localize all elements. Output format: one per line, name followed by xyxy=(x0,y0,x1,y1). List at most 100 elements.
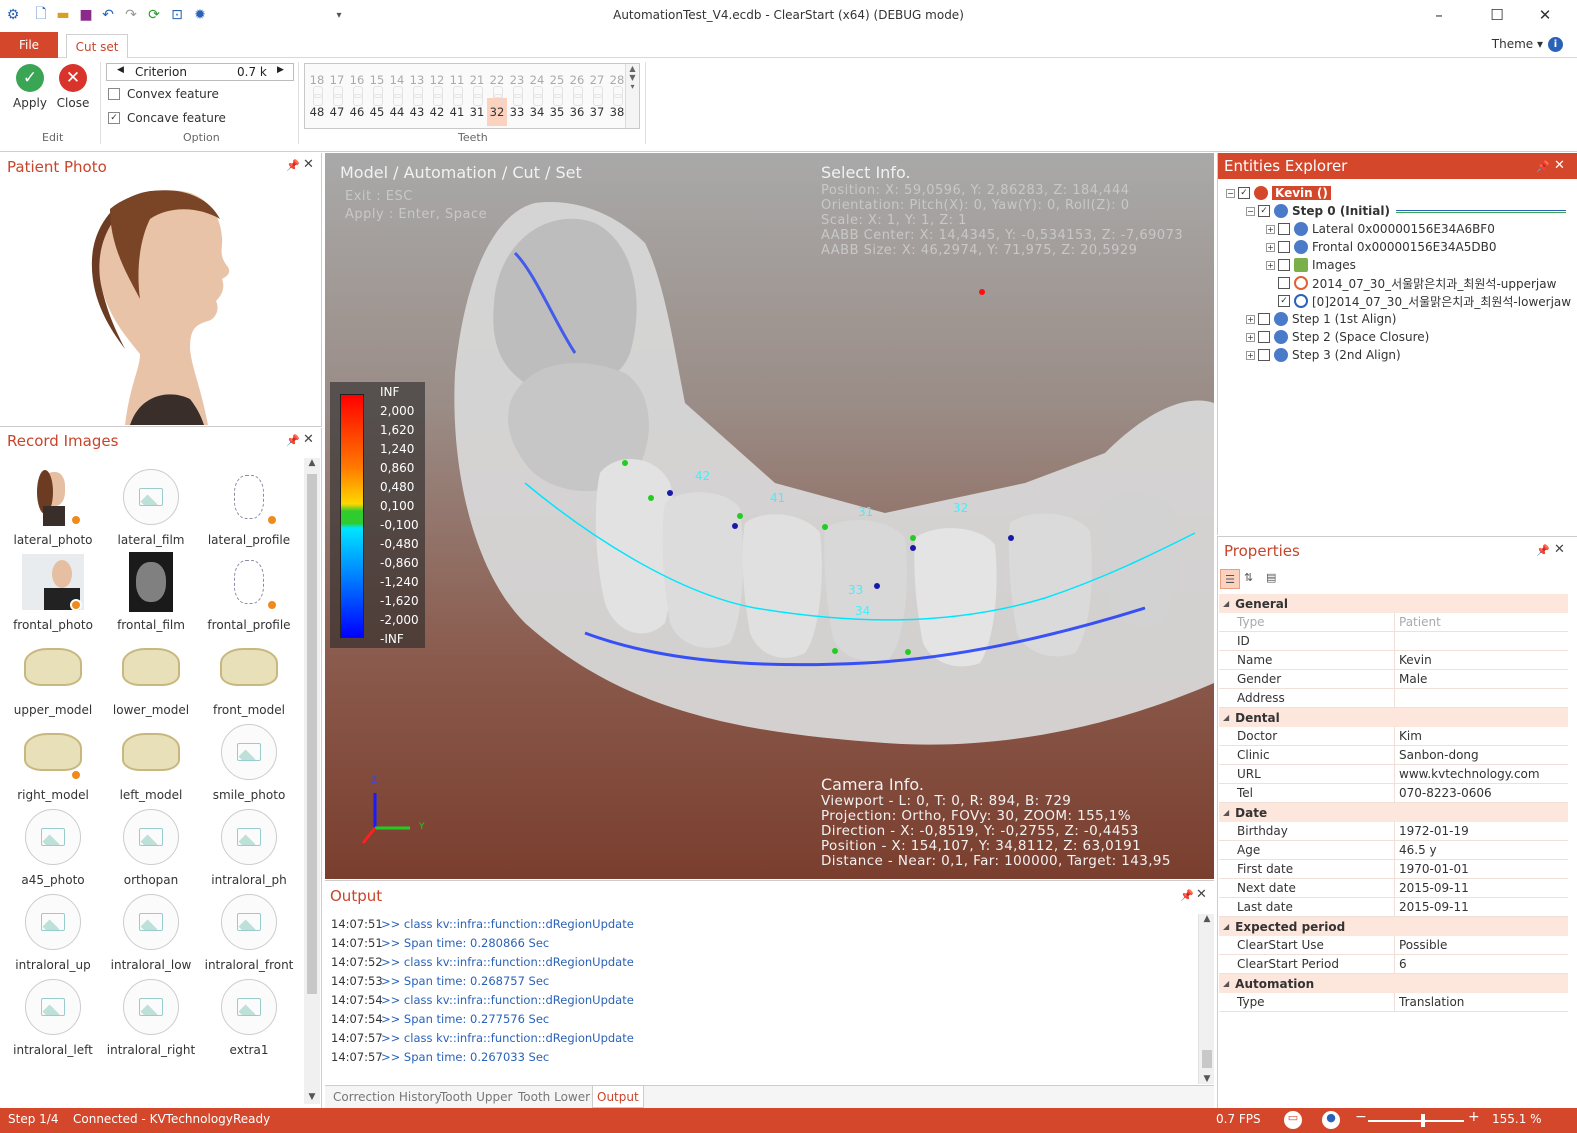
pin-icon[interactable]: 📌 xyxy=(286,159,300,172)
property-value[interactable]: 070-8223-0606 xyxy=(1395,784,1568,802)
upper-tooth-22[interactable]: 22 xyxy=(487,66,507,98)
upper-tooth-18[interactable]: 18 xyxy=(307,66,327,98)
collapse-arrow-icon[interactable]: ◢ xyxy=(1223,922,1229,931)
criterion-right-arrow-icon[interactable]: ▶ xyxy=(277,65,284,75)
close-icon[interactable]: ✕ xyxy=(1554,542,1565,557)
collapse-arrow-icon[interactable]: ◢ xyxy=(1223,599,1229,608)
record-thumb-left_model[interactable]: left_model xyxy=(103,721,199,806)
property-row[interactable]: Last date 2015-09-11 xyxy=(1219,898,1568,917)
bottom-tab-output[interactable]: Output xyxy=(592,1086,644,1108)
lower-tooth-31[interactable]: 31 xyxy=(467,94,487,126)
record-thumb-extra1[interactable]: extra1 xyxy=(201,976,297,1061)
record-thumb-right_model[interactable]: right_model xyxy=(5,721,101,806)
property-value[interactable]: Kevin xyxy=(1395,651,1568,669)
record-thumb-upper_model[interactable]: upper_model xyxy=(5,636,101,721)
record-thumb-frontal_film[interactable]: frontal_film xyxy=(103,551,199,636)
upper-tooth-16[interactable]: 16 xyxy=(347,66,367,98)
property-row[interactable]: Birthday 1972-01-19 xyxy=(1219,822,1568,841)
record-thumb-frontal_profile[interactable]: frontal_profile xyxy=(201,551,297,636)
tree-frontal[interactable]: + Frontal 0x00000156E34A5DB0 xyxy=(1266,238,1496,256)
record-thumb-a45_photo[interactable]: a45_photo xyxy=(5,806,101,891)
property-value[interactable]: Possible xyxy=(1395,936,1568,954)
record-thumb-intraloral_right[interactable]: intraloral_right xyxy=(103,976,199,1061)
property-value[interactable]: 46.5 y xyxy=(1395,841,1568,859)
upper-tooth-13[interactable]: 13 xyxy=(407,66,427,98)
lower-tooth-35[interactable]: 35 xyxy=(547,94,567,126)
upper-tooth-12[interactable]: 12 xyxy=(427,66,447,98)
property-row[interactable]: Type Translation xyxy=(1219,993,1568,1012)
bottom-tab-correction-history[interactable]: Correction History xyxy=(329,1086,446,1108)
tab-cut-set[interactable]: Cut set xyxy=(66,34,128,59)
record-thumb-orthopan[interactable]: orthopan xyxy=(103,806,199,891)
record-thumb-frontal_photo[interactable]: frontal_photo xyxy=(5,551,101,636)
record-thumb-front_model[interactable]: front_model xyxy=(201,636,297,721)
theme-menu[interactable]: Theme ▾ xyxy=(1492,37,1543,51)
property-row[interactable]: ClearStart Period 6 xyxy=(1219,955,1568,974)
property-value[interactable]: 6 xyxy=(1395,955,1568,973)
upper-tooth-25[interactable]: 25 xyxy=(547,66,567,98)
property-group-date[interactable]: ◢ Date xyxy=(1219,803,1568,822)
lower-tooth-32[interactable]: 32 xyxy=(487,94,507,126)
criterion-left-arrow-icon[interactable]: ◀ xyxy=(117,65,124,75)
lower-tooth-43[interactable]: 43 xyxy=(407,94,427,126)
tree-step0[interactable]: − ✓ Step 0 (Initial) xyxy=(1246,202,1566,220)
lower-tooth-47[interactable]: 47 xyxy=(327,94,347,126)
property-row[interactable]: Next date 2015-09-11 xyxy=(1219,879,1568,898)
record-thumb-lateral_photo[interactable]: lateral_photo xyxy=(5,466,101,551)
property-value[interactable]: 2015-09-11 xyxy=(1395,879,1568,897)
property-value[interactable]: Male xyxy=(1395,670,1568,688)
convex-feature-checkbox[interactable]: Convex feature xyxy=(108,85,288,103)
upper-tooth-21[interactable]: 21 xyxy=(467,66,487,98)
zoom-out-icon[interactable]: − xyxy=(1355,1109,1367,1125)
tree-lateral[interactable]: + Lateral 0x00000156E34A6BF0 xyxy=(1266,220,1495,238)
lower-tooth-48[interactable]: 48 xyxy=(307,94,327,126)
bottom-tab-tooth-lower[interactable]: Tooth Lower xyxy=(514,1086,594,1108)
lower-tooth-46[interactable]: 46 xyxy=(347,94,367,126)
user-icon[interactable]: ● xyxy=(1322,1111,1340,1129)
teeth-scrollbar[interactable]: ▲ ▼ ▾ xyxy=(625,64,639,128)
maximize-button[interactable]: ☐ xyxy=(1482,4,1512,26)
close-button[interactable]: ✕ Close xyxy=(53,62,93,110)
close-icon[interactable]: ✕ xyxy=(1554,158,1565,173)
property-row[interactable]: Tel 070-8223-0606 xyxy=(1219,784,1568,803)
close-icon[interactable]: ✕ xyxy=(303,432,314,447)
upper-tooth-15[interactable]: 15 xyxy=(367,66,387,98)
record-thumb-smile_photo[interactable]: smile_photo xyxy=(201,721,297,806)
pin-icon[interactable]: 📌 xyxy=(1536,160,1550,173)
lower-tooth-44[interactable]: 44 xyxy=(387,94,407,126)
property-group-dental[interactable]: ◢ Dental xyxy=(1219,708,1568,727)
pin-icon[interactable]: 📌 xyxy=(1180,889,1194,902)
record-thumb-intraloral_ph[interactable]: intraloral_ph xyxy=(201,806,297,891)
zoom-in-icon[interactable]: + xyxy=(1468,1109,1480,1125)
bottom-tab-tooth-upper[interactable]: Tooth Upper xyxy=(436,1086,516,1108)
record-thumb-lateral_profile[interactable]: lateral_profile xyxy=(201,466,297,551)
concave-feature-checkbox[interactable]: ✓ Concave feature xyxy=(108,109,288,127)
lower-tooth-34[interactable]: 34 xyxy=(527,94,547,126)
record-images-scrollbar[interactable]: ▲ ▼ xyxy=(304,458,320,1104)
property-group-expected[interactable]: ◢ Expected period xyxy=(1219,917,1568,936)
record-thumb-intraloral_up[interactable]: intraloral_up xyxy=(5,891,101,976)
sort-alpha-icon[interactable]: ⇅ xyxy=(1244,571,1253,584)
tree-root-kevin[interactable]: − ✓ Kevin () xyxy=(1226,184,1331,202)
record-thumb-lower_model[interactable]: lower_model xyxy=(103,636,199,721)
minimize-button[interactable]: – xyxy=(1424,4,1454,26)
close-icon[interactable]: ✕ xyxy=(1196,887,1207,902)
lower-tooth-33[interactable]: 33 xyxy=(507,94,527,126)
lower-tooth-41[interactable]: 41 xyxy=(447,94,467,126)
categorized-view-icon[interactable]: ☰ xyxy=(1220,569,1240,589)
close-window-button[interactable]: ✕ xyxy=(1530,4,1560,26)
property-row[interactable]: Doctor Kim xyxy=(1219,727,1568,746)
tree-step2[interactable]: + Step 2 (Space Closure) xyxy=(1246,328,1429,346)
property-row[interactable]: Clinic Sanbon-dong xyxy=(1219,746,1568,765)
lower-tooth-38[interactable]: 38 xyxy=(607,94,627,126)
property-value[interactable]: Translation xyxy=(1395,993,1568,1011)
apply-button[interactable]: ✓ Apply xyxy=(10,62,50,110)
upper-tooth-24[interactable]: 24 xyxy=(527,66,547,98)
property-row[interactable]: ID xyxy=(1219,632,1568,651)
collapse-arrow-icon[interactable]: ◢ xyxy=(1223,979,1229,988)
help-icon[interactable]: i xyxy=(1548,37,1563,52)
concave-checkbox-box[interactable]: ✓ xyxy=(108,112,120,124)
dental-model-render[interactable] xyxy=(325,153,1214,879)
upper-tooth-26[interactable]: 26 xyxy=(567,66,587,98)
zoom-slider[interactable] xyxy=(1368,1120,1464,1122)
